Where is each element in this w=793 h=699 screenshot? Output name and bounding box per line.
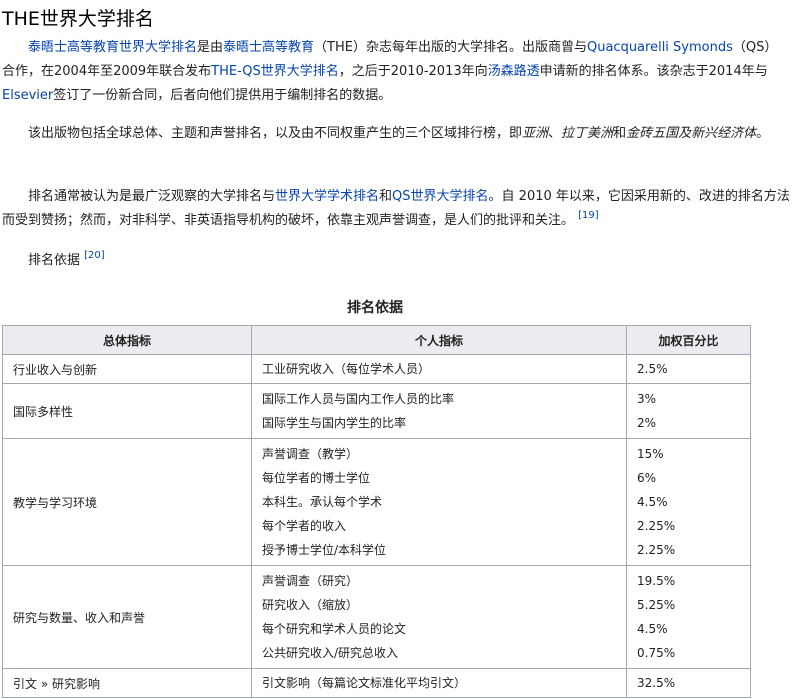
reception-paragraph: 排名通常被认为是最广泛观察的大学排名与世界大学学术排名和QS世界大学排名。自 2…	[2, 185, 790, 233]
overall-indicator-cell: 行业收入与创新	[2, 354, 252, 384]
indicator-text: 国际工作人员与国内工作人员的比率	[262, 392, 455, 406]
indicator-text: 国际学生与国内学生的比率	[262, 416, 407, 430]
text: 。	[756, 126, 770, 141]
indicator-text: 声誉调查（教学）	[262, 447, 359, 461]
weight-value: 2.5%	[637, 362, 668, 376]
indicator-text: 工业研究收入（每位学术人员）	[262, 362, 431, 376]
text: 是由	[197, 40, 224, 55]
section-heading: THE世界大学排名	[2, 8, 154, 30]
text: （THE）杂志每年出版的大学排名。出版商曾与	[314, 40, 587, 55]
text: 排名通常被认为是最广泛观察的大学排名与	[28, 189, 276, 204]
weight-value: 2%	[637, 416, 657, 430]
ranking-criteria-table: 总体指标 个人指标 加权百分比 行业收入与创新 工业研究收入（每位学术人员） 2.5…	[2, 325, 751, 698]
the-rankings-link[interactable]: 泰晤士高等教育世界大学排名	[28, 40, 197, 55]
table-body: 行业收入与创新 工业研究收入（每位学术人员） 2.5% 国际多样性 国际工作人员与国内工…	[2, 354, 751, 698]
weight-value: 2.25%	[637, 519, 676, 533]
table-row: 研究与数量、收入和声誉 声誉调查（研究） 研究收入（缩放） 每个研究和学术人员的论文公…	[2, 565, 751, 669]
weight-cell: 3% 2%	[626, 383, 751, 439]
weight-value: 19.5%	[637, 574, 676, 588]
weight-value: 3%	[637, 392, 657, 406]
text: 和	[379, 189, 393, 204]
basis-paragraph: 排名依据 [20]	[2, 249, 790, 273]
the-magazine-link[interactable]: 泰晤士高等教育	[223, 40, 314, 55]
the-qs-ranking-link[interactable]: THE-QS世界大学排名	[211, 64, 339, 79]
overall-indicator-cell: 研究与数量、收入和声誉	[2, 565, 252, 669]
truncated-next-line	[0, 689, 793, 699]
weight-value: 0.75%	[637, 646, 676, 660]
overall-indicator-cell: 教学与学习环境	[2, 438, 252, 566]
individual-indicator-cell: 工业研究收入（每位学术人员）	[251, 354, 627, 384]
text: 该出版物包括全球总体、主题和声誉排名，以及由不同权重产生的三个区域排行榜，即	[28, 126, 523, 141]
indicator-text: 每个研究和学术人员的论文	[262, 622, 407, 636]
text: ，之后于2010-2013年向	[338, 64, 488, 79]
table-row: 国际多样性 国际工作人员与国内工作人员的比率 国际学生与国内学生的比率 3% 2%	[2, 383, 751, 439]
indicator-text: 授予博士学位/本科学位	[262, 543, 387, 557]
overall-indicator-cell: 国际多样性	[2, 383, 252, 439]
table-row: 行业收入与创新 工业研究收入（每位学术人员） 2.5%	[2, 354, 751, 384]
weight-cell: 2.5%	[626, 354, 751, 384]
qs-ranking-link[interactable]: QS世界大学排名	[392, 189, 489, 204]
indicator-text: 研究收入（缩放）	[262, 598, 359, 612]
column-header: 加权百分比	[626, 325, 751, 355]
qs-link[interactable]: Quacquarelli Symonds	[587, 40, 733, 55]
weight-value: 4.5%	[637, 495, 668, 509]
column-header: 总体指标	[2, 325, 252, 355]
arwu-link[interactable]: 世界大学学术排名	[275, 189, 379, 204]
text: 和	[613, 126, 627, 141]
text: 、	[548, 126, 562, 141]
weight-value: 6%	[637, 471, 657, 485]
text: 签订了一份新合同，后者向他们提供用于编制排名的数据。	[53, 88, 392, 103]
reference-20[interactable]: [20]	[84, 250, 105, 261]
individual-indicator-cell: 国际工作人员与国内工作人员的比率 国际学生与国内学生的比率	[251, 383, 627, 439]
indicator-text: 每位学者的博士学位	[262, 471, 371, 485]
weight-cell: 19.5% 5.25% 4.5% 0.75%	[626, 565, 751, 669]
weight-value: 5.25%	[637, 598, 676, 612]
publication-paragraph: 该出版物包括全球总体、主题和声誉排名，以及由不同权重产生的三个区域排行榜，即亚洲…	[2, 122, 790, 146]
elsevier-link[interactable]: Elsevier	[2, 88, 53, 103]
individual-indicator-cell: 声誉调查（研究） 研究收入（缩放） 每个研究和学术人员的论文 公共研究收入/研究总收入	[251, 565, 627, 669]
table-caption: 排名依据	[347, 300, 403, 316]
indicator-text: 公共研究收入/研究总收入	[262, 646, 399, 660]
individual-indicator-cell: 声誉调查（教学） 每位学者的博士学位 本科生。承认每个学术 每个学者的收入授予博士学位…	[251, 438, 627, 566]
region-latam: 拉丁美洲	[561, 126, 614, 141]
region-asia: 亚洲	[522, 126, 549, 141]
weight-value: 2.25%	[637, 543, 676, 557]
table-header-row: 总体指标 个人指标 加权百分比	[2, 325, 751, 355]
table-row: 教学与学习环境 声誉调查（教学） 每位学者的博士学位 本科生。承认每个学术 每个学者的收…	[2, 438, 751, 566]
text: 排名依据	[28, 253, 81, 268]
intro-paragraph: 泰晤士高等教育世界大学排名是由泰晤士高等教育（THE）杂志每年出版的大学排名。出…	[2, 36, 790, 108]
thomson-reuters-link[interactable]: 汤森路透	[488, 64, 540, 79]
column-header: 个人指标	[251, 325, 627, 355]
text: 申请新的排名体系。该杂志于2014年与	[539, 64, 768, 79]
weight-cell: 15% 6% 4.5% 2.25% 2.25%	[626, 438, 751, 566]
region-brics: 金砖五国及新兴经济体	[626, 126, 757, 141]
indicator-text: 声誉调查（研究）	[262, 574, 359, 588]
weight-value: 4.5%	[637, 622, 668, 636]
indicator-text: 每个学者的收入	[262, 519, 347, 533]
reference-19[interactable]: [19]	[578, 210, 599, 221]
weight-value: 15%	[637, 447, 664, 461]
indicator-text: 本科生。承认每个学术	[262, 495, 383, 509]
